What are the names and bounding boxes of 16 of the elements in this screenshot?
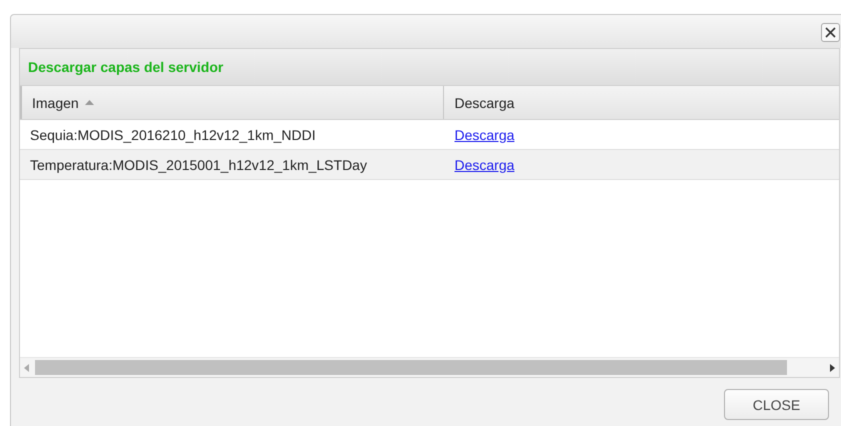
scroll-right-icon[interactable] (830, 364, 835, 372)
scrollbar-thumb[interactable] (35, 360, 787, 375)
close-button[interactable]: CLOSE (724, 389, 829, 420)
close-icon (825, 27, 836, 38)
download-link[interactable]: Descarga (454, 126, 514, 142)
table-row[interactable]: Temperatura:MODIS_2015001_h12v12_1km_LSTDay Descarga (20, 150, 839, 180)
close-button[interactable] (821, 23, 840, 42)
download-link[interactable]: Descarga (454, 156, 514, 172)
column-label: Imagen (32, 94, 79, 110)
table-cell-text: Sequia:MODIS_2016210_h12v12_1km_NDDI (29, 126, 317, 145)
table-cell-text: Temperatura:MODIS_2015001_h12v12_1km_LSTDay (29, 156, 368, 175)
horizontal-scrollbar[interactable] (20, 357, 839, 377)
column-header[interactable]: Descarga (444, 86, 839, 119)
column-label: Descarga (454, 94, 514, 110)
panel-title: Descargar capas del servidor (28, 59, 224, 75)
scroll-left-icon[interactable] (24, 364, 29, 372)
